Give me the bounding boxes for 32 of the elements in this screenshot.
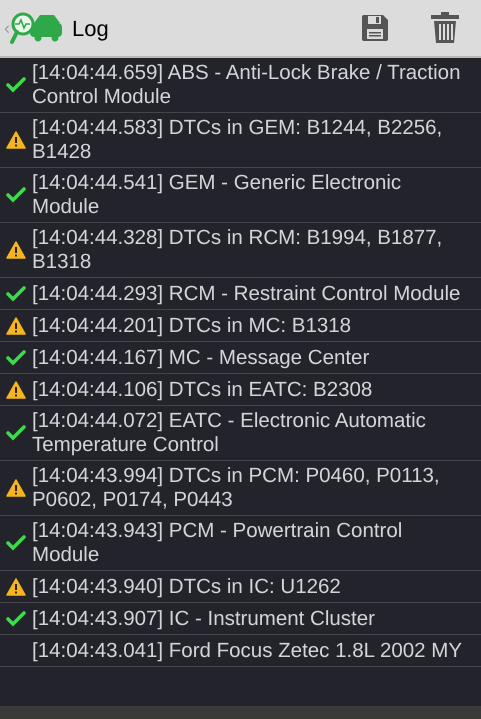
trash-icon [430, 12, 460, 44]
warning-icon [6, 380, 26, 398]
warning-icon [6, 131, 26, 149]
log-entry-text: [14:04:43.994] DTCs in PCM: P0460, P0113, P0602, P0174, P0443 [32, 464, 441, 512]
log-entry-text: [14:04:44.293] RCM - Restraint Control Module [32, 282, 462, 306]
check-icon [6, 286, 26, 302]
check-icon [6, 535, 26, 551]
log-entry-text: [14:04:43.943] PCM - Powertrain Control Module [32, 519, 404, 567]
check-icon [6, 610, 26, 626]
check-icon [6, 187, 26, 203]
check-icon [6, 77, 26, 93]
warning-icon [6, 316, 26, 334]
log-entry-text: [14:04:44.072] EATC - Electronic Automatic Temperature Control [32, 409, 427, 457]
app-title: Log [72, 14, 109, 43]
log-entry-text: [14:04:43.940] DTCs in IC: U1262 [32, 574, 342, 598]
check-icon [6, 425, 26, 441]
log-entry-text: [14:04:44.328] DTCs in RCM: B1994, B1877, B1318 [32, 226, 444, 274]
warning-icon [6, 241, 26, 259]
save-icon [360, 13, 390, 43]
log-entry-text: [14:04:44.583] DTCs in GEM: B1244, B2256, B1428 [32, 116, 444, 164]
log-entry-text: [14:04:44.201] DTCs in MC: B1318 [32, 314, 352, 338]
car-search-icon [10, 11, 64, 45]
log-entry-text: [14:04:43.041] Ford Focus Zetec 1.8L 2002 MY [32, 638, 463, 662]
back-button[interactable]: ‹ [0, 0, 72, 56]
warning-icon [6, 479, 26, 497]
log-entry-text: [14:04:44.167] MC - Message Center [32, 346, 370, 370]
log-entry-text: [14:04:44.541] GEM - Generic Electronic Module [32, 171, 402, 219]
log-entry-text: [14:04:44.106] DTCs in EATC: B2308 [32, 378, 374, 402]
log-entry-text: [14:04:43.907] IC - Instrument Cluster [32, 606, 376, 630]
log-entry-text: [14:04:44.659] ABS - Anti-Lock Brake / Traction Control Module [32, 61, 462, 109]
warning-icon [6, 578, 26, 596]
check-icon [6, 350, 26, 366]
